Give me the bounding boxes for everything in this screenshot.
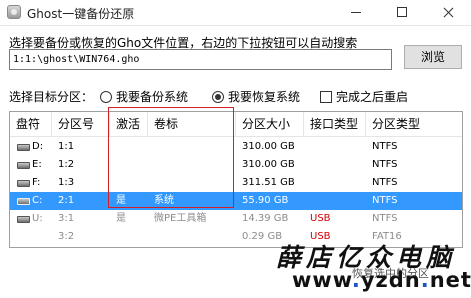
close-button[interactable] <box>425 0 471 26</box>
minimize-icon <box>351 11 361 13</box>
interface-type <box>304 138 310 156</box>
drive-letter: U: <box>32 213 43 224</box>
watermark-url-prefix: www <box>292 268 352 292</box>
ghost-app-icon <box>7 5 21 19</box>
active-flag <box>110 228 116 246</box>
partition-number: 1:1 <box>58 141 75 152</box>
partition-size: 14.39 GB <box>242 213 289 224</box>
partition-size: 55.90 GB <box>242 195 289 206</box>
table-row[interactable]: D: 1:1 310.00 GB NTFS <box>10 138 462 156</box>
column-header-drive[interactable]: 盘符 <box>10 112 52 137</box>
restore-mode-radio[interactable]: 我要恢复系统 <box>212 88 300 105</box>
close-icon <box>443 7 454 18</box>
drive-letter: F: <box>32 177 41 188</box>
backup-mode-label: 我要备份系统 <box>116 90 189 104</box>
backup-mode-radio[interactable]: 我要备份系统 <box>100 88 188 105</box>
partition-size: 310.00 GB <box>242 159 295 170</box>
volume-label <box>148 228 154 246</box>
table-row[interactable]: E: 1:2 310.00 GB NTFS <box>10 156 462 174</box>
table-header: 盘符 分区号 激活 卷标 分区大小 接口类型 分区类型 <box>10 112 462 137</box>
usb-drive-icon <box>17 216 30 223</box>
table-row[interactable]: F: 1:3 311.51 GB NTFS <box>10 174 462 192</box>
drive-letter: D: <box>32 141 44 152</box>
interface-type <box>304 192 310 210</box>
path-dropdown-button[interactable] <box>391 49 392 70</box>
reboot-label: 完成之后重启 <box>336 90 409 104</box>
interface-type <box>304 174 310 192</box>
radio-checked-icon <box>212 91 224 103</box>
active-flag: 是 <box>116 213 126 224</box>
radio-unchecked-icon <box>100 91 112 103</box>
watermark-url: www.yzdn.net <box>292 268 471 292</box>
restore-mode-label: 我要恢复系统 <box>228 90 301 104</box>
column-header-type[interactable]: 分区类型 <box>366 112 462 137</box>
partition-table[interactable]: 盘符 分区号 激活 卷标 分区大小 接口类型 分区类型 D: 1:1 310.0… <box>9 111 463 248</box>
column-header-interface[interactable]: 接口类型 <box>304 112 366 137</box>
interface-type: USB <box>310 213 331 224</box>
watermark-dot: . <box>420 268 430 292</box>
drive-icon <box>17 198 30 205</box>
watermark-dot: . <box>351 268 361 292</box>
partition-type: NTFS <box>372 213 398 224</box>
checkbox-unchecked-icon <box>320 91 332 103</box>
title-bar: Ghost一键备份还原 <box>0 0 471 26</box>
window-title: Ghost一键备份还原 <box>27 7 135 21</box>
gho-path-input[interactable]: 1:1:\ghost\WIN764.gho <box>9 49 392 70</box>
partition-number: 2:1 <box>58 195 75 206</box>
partition-number: 1:2 <box>58 159 75 170</box>
maximize-button[interactable] <box>379 0 425 26</box>
table-row-selected[interactable]: C: 2:1 是 系统 55.90 GB NTFS <box>10 192 462 210</box>
partition-type: NTFS <box>372 177 398 188</box>
partition-number: 3:1 <box>58 213 75 224</box>
partition-size: 311.51 GB <box>242 177 295 188</box>
volume-label: 微PE工具箱 <box>154 213 207 224</box>
partition-type: NTFS <box>372 195 398 206</box>
table-row[interactable]: U: 3:1 是 微PE工具箱 14.39 GB USB NTFS <box>10 210 462 228</box>
drive-letter: E: <box>32 159 42 170</box>
partition-size: 310.00 GB <box>242 141 295 152</box>
column-header-size[interactable]: 分区大小 <box>236 112 304 137</box>
reboot-checkbox[interactable]: 完成之后重启 <box>320 88 408 105</box>
interface-type <box>304 156 310 174</box>
column-header-partition[interactable]: 分区号 <box>52 112 110 137</box>
watermark-url-domain: yzdn <box>360 268 421 292</box>
drive-letter: C: <box>32 195 43 206</box>
target-partition-label: 选择目标分区： <box>9 90 94 104</box>
drive-icon <box>17 180 30 187</box>
partition-type: NTFS <box>372 141 398 152</box>
annotation-highlight-box <box>108 107 234 208</box>
drive-icon <box>17 144 30 151</box>
drive-icon <box>17 162 30 169</box>
browse-button[interactable]: 浏览 <box>404 45 462 69</box>
watermark-url-tld: net <box>429 268 471 292</box>
partition-number: 3:2 <box>58 231 75 242</box>
maximize-icon <box>397 7 407 17</box>
minimize-button[interactable] <box>333 0 379 26</box>
partition-type: NTFS <box>372 159 398 170</box>
partition-number: 1:3 <box>58 177 75 188</box>
